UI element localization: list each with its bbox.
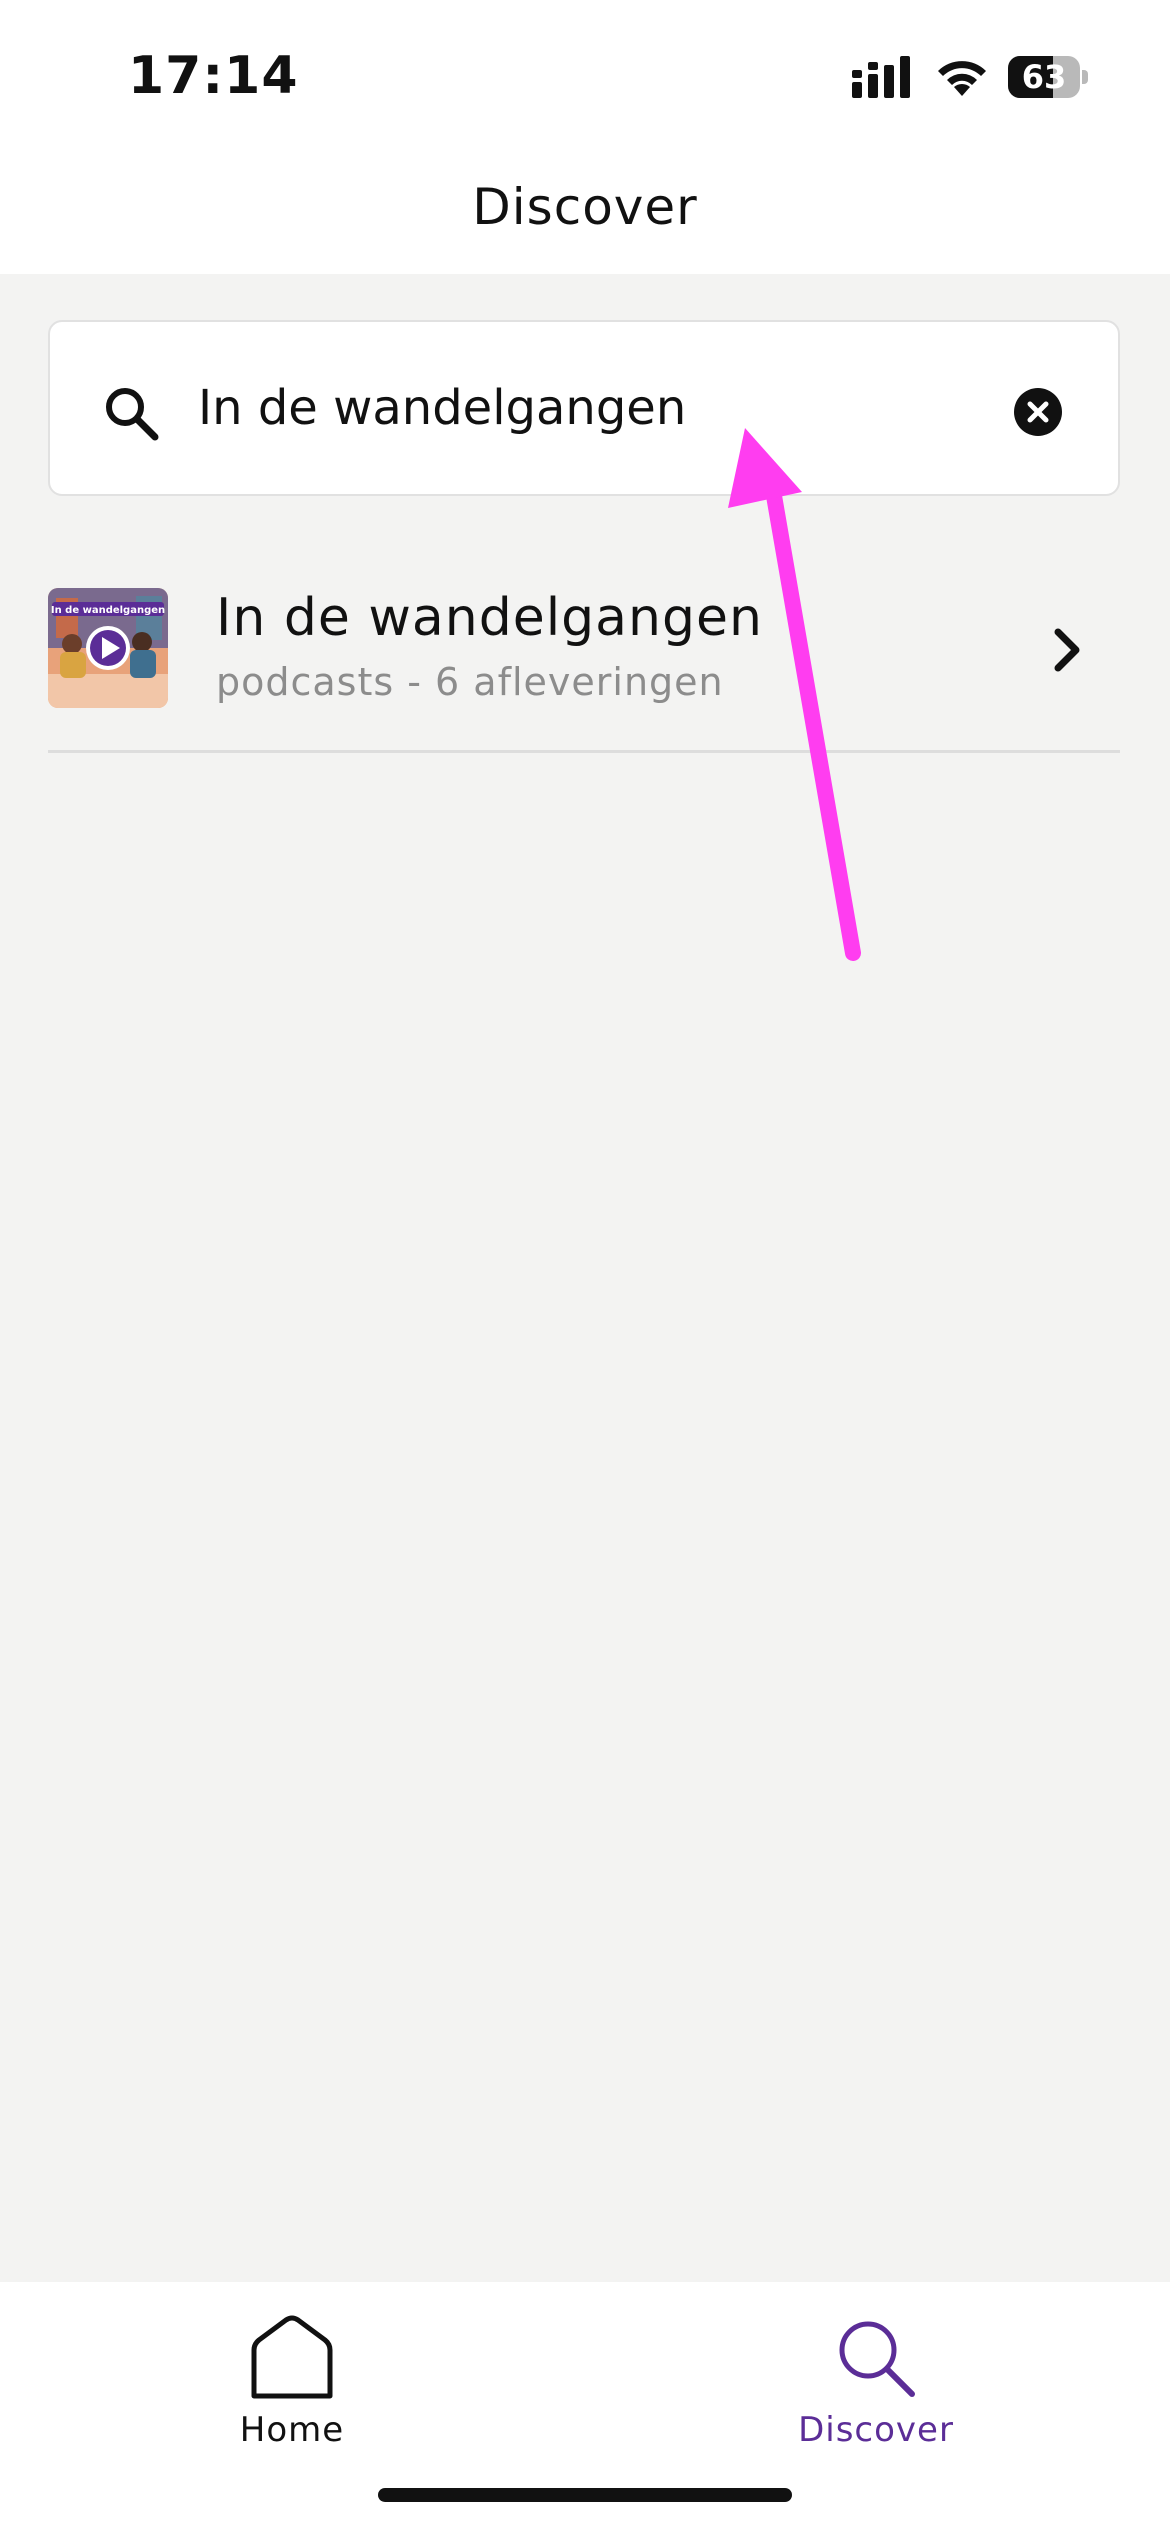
thumbnail-caption: In de wandelgangen bbox=[51, 605, 165, 616]
tab-home[interactable]: Home bbox=[142, 2302, 442, 2462]
search-icon bbox=[106, 388, 159, 441]
clear-search-icon[interactable] bbox=[1014, 388, 1062, 436]
battery-percent: 63 bbox=[1021, 58, 1067, 96]
battery-icon: 63 bbox=[1008, 56, 1088, 98]
wifi-icon bbox=[938, 61, 986, 96]
home-icon bbox=[251, 2315, 333, 2399]
podcast-thumbnail: In de wandelgangen bbox=[48, 588, 168, 708]
result-subtitle: podcasts - 6 afleveringen bbox=[216, 660, 724, 704]
tab-discover[interactable]: Discover bbox=[726, 2302, 1026, 2462]
search-input[interactable] bbox=[198, 368, 998, 448]
status-time: 17:14 bbox=[128, 46, 299, 106]
home-indicator bbox=[378, 2488, 792, 2502]
result-title: In de wandelgangen bbox=[216, 588, 763, 648]
header: Discover bbox=[0, 150, 1170, 274]
search-bar[interactable] bbox=[48, 320, 1120, 496]
search-icon bbox=[839, 2321, 915, 2397]
status-bar: 17:14 63 bbox=[0, 0, 1170, 150]
chevron-right-icon bbox=[1054, 628, 1080, 672]
tab-home-label: Home bbox=[239, 2410, 345, 2450]
tab-discover-label: Discover bbox=[798, 2410, 954, 2450]
page-title: Discover bbox=[472, 178, 698, 236]
search-result-item[interactable]: In de wandelgangen In de wandelgangen po… bbox=[48, 560, 1120, 753]
cellular-signal-icon bbox=[852, 56, 910, 98]
